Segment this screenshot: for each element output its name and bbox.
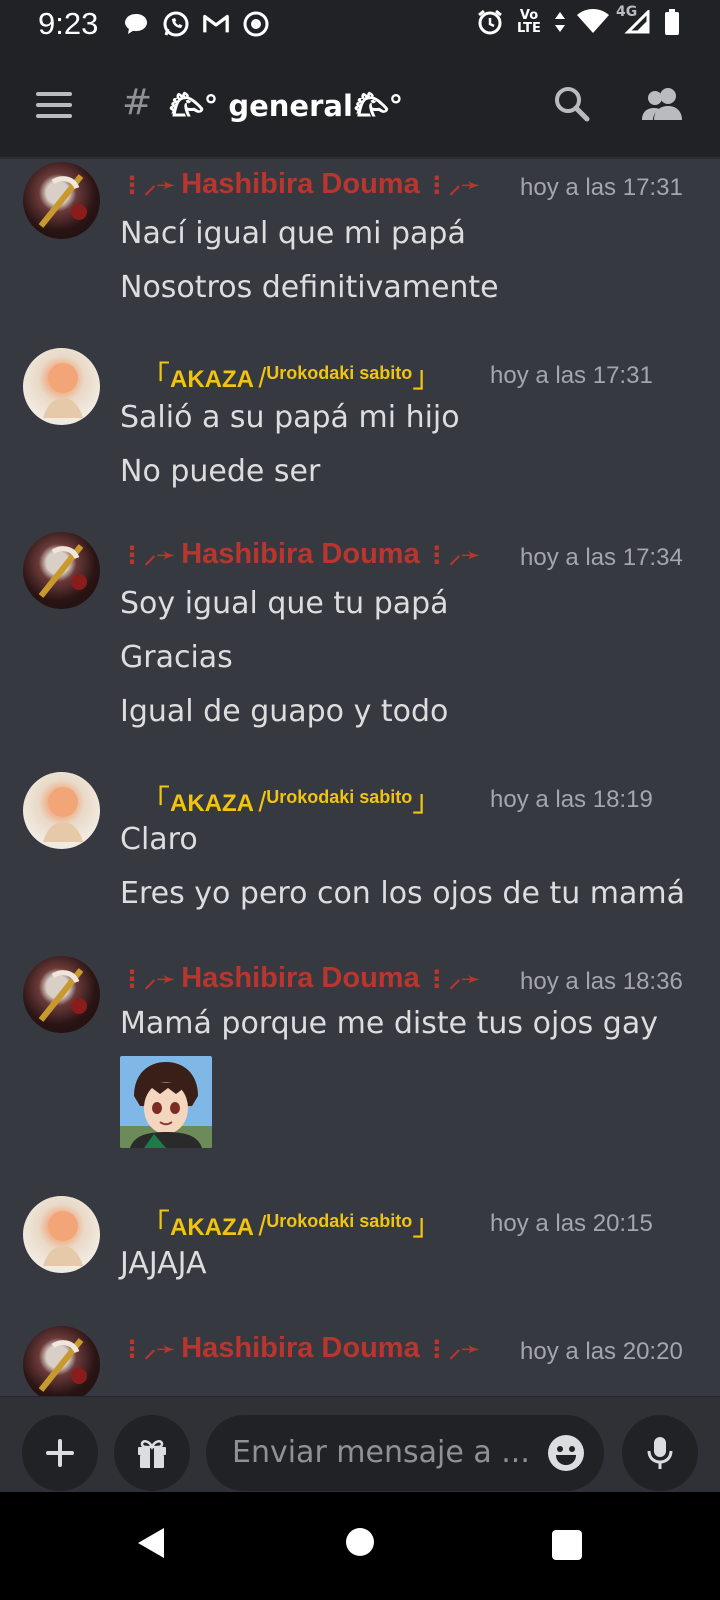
- notification-icons: [122, 10, 270, 38]
- message-text[interactable]: Gracias: [120, 640, 233, 675]
- whatsapp-icon: [162, 10, 190, 38]
- timestamp: hoy a las 20:15: [490, 1210, 653, 1237]
- system-nav-bar: [0, 1492, 720, 1600]
- chat-bubble-icon: [122, 10, 150, 38]
- author-subtitle: Urokodaki sabito: [266, 363, 413, 383]
- avatar[interactable]: [23, 1326, 100, 1396]
- data-arrows-icon: [554, 8, 566, 36]
- members-icon[interactable]: [640, 84, 684, 124]
- message-list[interactable]: ⋮⸝➛ Hashibira Douma ⋮⸝➛ hoy a las 17:31 …: [0, 160, 720, 1396]
- wifi-icon: [576, 8, 610, 36]
- author-name[interactable]: Hashibira Douma: [181, 962, 420, 994]
- message-header: ⋮⸝➛ Hashibira Douma ⋮⸝➛: [120, 1332, 481, 1372]
- battery-icon: [664, 8, 680, 36]
- author-name: AKAZA: [170, 790, 254, 817]
- message-text[interactable]: Claro: [120, 822, 198, 857]
- name-decoration: ⋮⸝➛: [424, 1335, 481, 1363]
- header-divider: [0, 157, 720, 159]
- back-icon[interactable]: [136, 1526, 166, 1564]
- search-icon[interactable]: [552, 84, 592, 124]
- avatar[interactable]: [23, 162, 100, 239]
- name-decoration: ⋮⸝➛: [120, 1335, 177, 1363]
- avatar[interactable]: [23, 1196, 100, 1273]
- plus-icon[interactable]: [22, 1415, 98, 1491]
- name-decoration: ⋮⸝➛: [120, 965, 177, 993]
- anime-sticker-image[interactable]: [120, 1056, 212, 1148]
- author-name[interactable]: Hashibira Douma: [181, 1332, 420, 1364]
- alarm-icon: [476, 8, 504, 36]
- message-header: ⋮⸝➛ Hashibira Douma ⋮⸝➛: [120, 168, 481, 208]
- avatar[interactable]: [23, 348, 100, 425]
- author-name: AKAZA: [170, 1214, 254, 1241]
- status-time: 9:23: [38, 6, 99, 41]
- message-header[interactable]: 「AKAZA /Urokodaki sabito」: [140, 1200, 442, 1244]
- name-decoration: ⋮⸝➛: [120, 541, 177, 569]
- timestamp: hoy a las 17:31: [520, 174, 683, 201]
- channel-name[interactable]: 𐂃° general𐂃°: [168, 86, 403, 125]
- name-decoration: ⋮⸝➛: [424, 541, 481, 569]
- timestamp: hoy a las 20:20: [520, 1338, 683, 1365]
- author-name[interactable]: Hashibira Douma: [181, 538, 420, 570]
- message-input-placeholder: Enviar mensaje a ...: [232, 1435, 530, 1470]
- channel-header: # 𐂃° general𐂃°: [0, 52, 720, 158]
- avatar[interactable]: [23, 772, 100, 849]
- message-text[interactable]: Nací igual que mi papá: [120, 216, 466, 251]
- timestamp: hoy a las 18:19: [490, 786, 653, 813]
- author-name[interactable]: Hashibira Douma: [181, 168, 420, 200]
- avatar[interactable]: [23, 956, 100, 1033]
- message-text[interactable]: Soy igual que tu papá: [120, 586, 449, 621]
- message-header: ⋮⸝➛ Hashibira Douma ⋮⸝➛: [120, 538, 481, 578]
- signal-icon: 4G: [616, 4, 654, 36]
- name-decoration: ⋮⸝➛: [120, 171, 177, 199]
- message-header: ⋮⸝➛ Hashibira Douma ⋮⸝➛: [120, 962, 481, 1002]
- recent-apps-icon[interactable]: [552, 1530, 582, 1560]
- message-text[interactable]: Nosotros definitivamente: [120, 270, 499, 305]
- message-text[interactable]: Salió a su papá mi hijo: [120, 400, 460, 435]
- message-text[interactable]: Igual de guapo y todo: [120, 694, 448, 729]
- message-composer: Enviar mensaje a ...: [0, 1396, 720, 1492]
- message-text[interactable]: No puede ser: [120, 454, 320, 489]
- home-icon[interactable]: [346, 1528, 374, 1556]
- author-subtitle: Urokodaki sabito: [266, 1211, 413, 1231]
- record-icon: [242, 10, 270, 38]
- gift-icon[interactable]: [114, 1415, 190, 1491]
- status-bar: 9:23 Vo LTE 4G: [0, 0, 720, 52]
- gmail-icon: [202, 10, 230, 38]
- name-decoration: ⋮⸝➛: [424, 171, 481, 199]
- menu-icon[interactable]: [36, 92, 72, 118]
- microphone-icon[interactable]: [622, 1415, 698, 1491]
- message-text[interactable]: Mamá porque me diste tus ojos gay: [120, 1006, 658, 1041]
- message-input[interactable]: Enviar mensaje a ...: [206, 1415, 604, 1491]
- volte-icon: Vo LTE: [517, 8, 541, 36]
- message-text[interactable]: JAJAJA: [120, 1246, 207, 1281]
- message-header[interactable]: 「AKAZA /Urokodaki sabito」: [140, 776, 442, 820]
- timestamp: hoy a las 17:31: [490, 362, 653, 389]
- message-text[interactable]: Eres yo pero con los ojos de tu mamá: [120, 876, 685, 911]
- name-decoration: ⋮⸝➛: [424, 965, 481, 993]
- avatar[interactable]: [23, 532, 100, 609]
- emoji-icon[interactable]: [546, 1433, 586, 1473]
- author-name: AKAZA: [170, 366, 254, 393]
- author-subtitle: Urokodaki sabito: [266, 787, 413, 807]
- timestamp: hoy a las 18:36: [520, 968, 683, 995]
- timestamp: hoy a las 17:34: [520, 544, 683, 571]
- system-icons: Vo LTE 4G: [476, 4, 680, 36]
- channel-hash-icon: #: [122, 82, 153, 123]
- message-header[interactable]: 「AKAZA /Urokodaki sabito」: [140, 352, 442, 396]
